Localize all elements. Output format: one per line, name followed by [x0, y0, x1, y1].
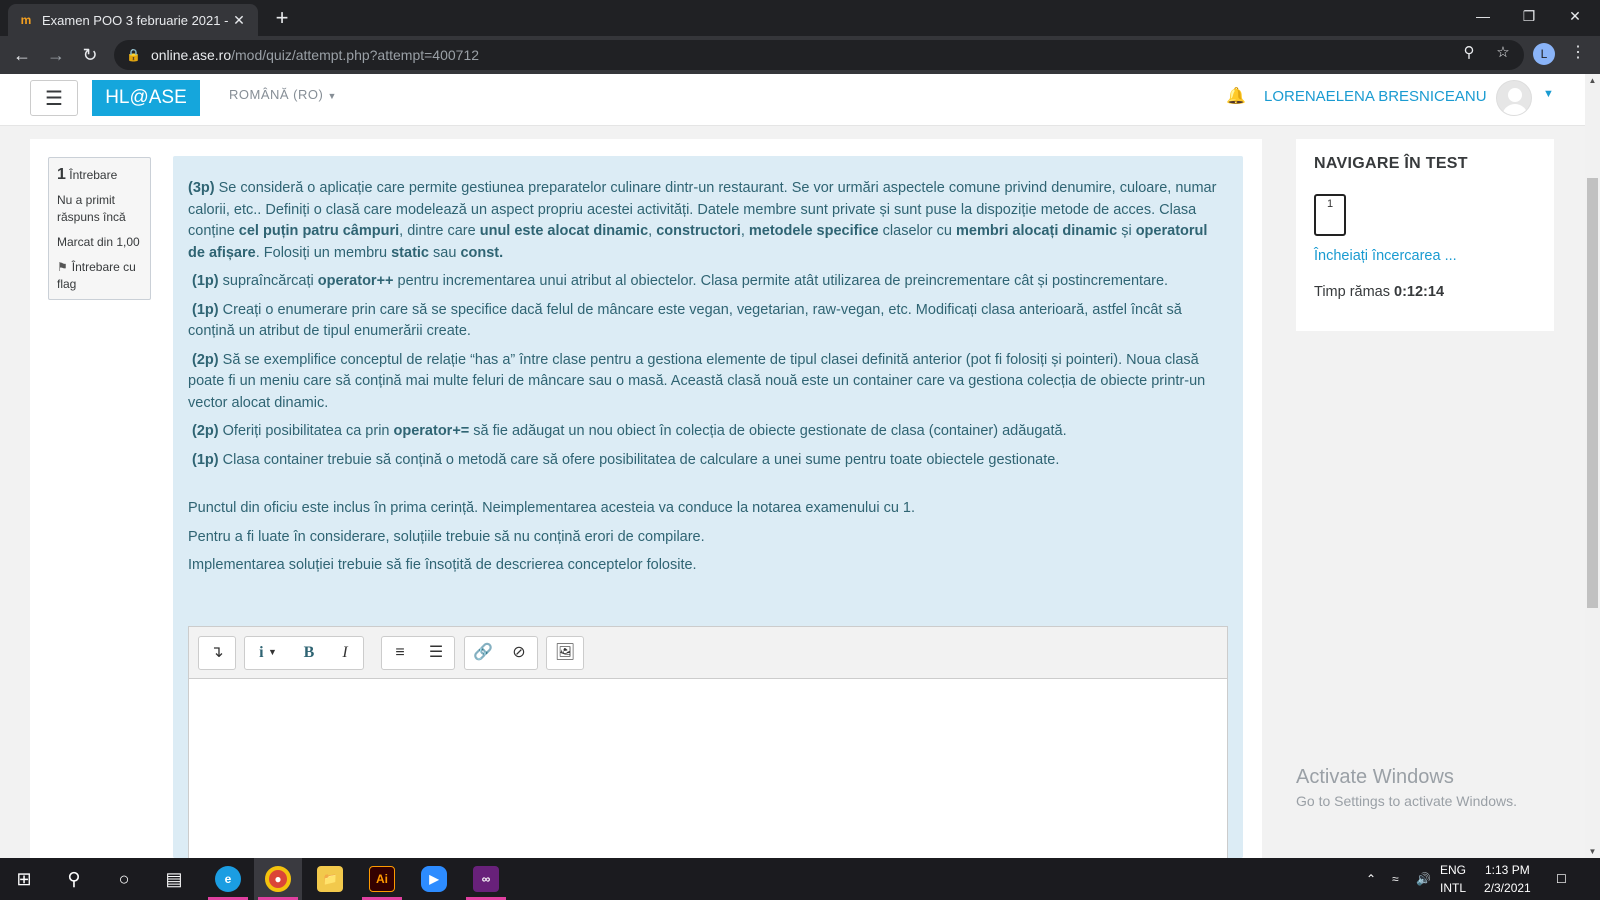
- language-label: ROMÂNĂ (RO): [229, 87, 324, 102]
- back-icon[interactable]: ←: [10, 43, 34, 67]
- requirement-6: (1p) Clasa container trebuie să conțină …: [192, 451, 1060, 468]
- task-view-icon[interactable]: ▤: [150, 858, 198, 900]
- profile-avatar[interactable]: L: [1533, 43, 1555, 65]
- network-icon[interactable]: ≈: [1392, 858, 1399, 900]
- note-2: Pentru a fi luate în considerare, soluți…: [188, 528, 705, 545]
- show-hidden-icons-icon[interactable]: ⌃: [1366, 858, 1376, 900]
- visual-studio-icon[interactable]: ∞: [462, 858, 510, 900]
- input-language[interactable]: ENG INTL: [1440, 858, 1466, 900]
- scrollbar-thumb[interactable]: [1587, 178, 1598, 608]
- tab-title: Examen POO 3 februarie 2021 - I: [42, 12, 230, 28]
- requirement-5: (2p) Oferiți posibilitatea ca prin opera…: [192, 423, 1067, 439]
- unlink-icon[interactable]: ⊘: [501, 637, 537, 669]
- hamburger-menu-icon[interactable]: ☰: [30, 80, 78, 116]
- link-icon[interactable]: 🔗: [465, 637, 501, 669]
- url-path: /mod/quiz/attempt.php?attempt=400712: [231, 47, 480, 63]
- question-text: (3p) Se consideră o aplicație care permi…: [173, 156, 1243, 858]
- info-icon[interactable]: i ▼: [245, 637, 291, 669]
- italic-icon[interactable]: I: [327, 637, 363, 669]
- key-icon[interactable]: ⚲: [1458, 43, 1480, 61]
- scroll-up-icon[interactable]: ▲: [1585, 76, 1600, 85]
- watermark-line-2: Go to Settings to activate Windows.: [1296, 793, 1517, 809]
- browser-tab[interactable]: m Examen POO 3 februarie 2021 - I ✕: [8, 4, 258, 36]
- requirement-1: (3p) Se consideră o aplicație care permi…: [188, 180, 1217, 261]
- unordered-list-icon[interactable]: ≡: [382, 637, 418, 669]
- requirement-3: (1p) Creați o enumerare prin care să se …: [188, 301, 1182, 340]
- clock[interactable]: 1:13 PM 2/3/2021: [1484, 858, 1531, 900]
- note-1: Punctul din oficiu este inclus în prima …: [188, 500, 916, 516]
- cortana-icon[interactable]: ○: [100, 858, 148, 900]
- toolbar-group-media: 🖼: [546, 636, 584, 670]
- lock-icon: 🔒: [126, 48, 141, 62]
- quiz-navigation-block: NAVIGARE ÎN TEST 1 Încheiați încercarea …: [1296, 139, 1554, 331]
- requirement-2: (1p) supraîncărcați operator++ pentru in…: [192, 273, 1169, 289]
- scroll-down-icon[interactable]: ▼: [1585, 847, 1600, 856]
- zoom-icon[interactable]: ▶: [410, 858, 458, 900]
- bold-icon[interactable]: B: [291, 637, 327, 669]
- chrome-icon[interactable]: ●: [254, 858, 302, 900]
- restore-icon[interactable]: ❐: [1506, 0, 1552, 32]
- notifications-icon[interactable]: ☐: [1556, 858, 1567, 900]
- watermark-line-1: Activate Windows: [1296, 766, 1454, 788]
- address-bar[interactable]: 🔒 online.ase.ro /mod/quiz/attempt.php?at…: [114, 40, 1524, 70]
- notification-bell-icon[interactable]: 🔔: [1226, 86, 1246, 106]
- windows-start-icon[interactable]: ⊞: [0, 858, 48, 900]
- question-marked: Marcat din 1,00: [57, 235, 140, 249]
- answer-text-area[interactable]: [189, 679, 1227, 858]
- note-3: Implementarea soluției trebuie să fie în…: [188, 557, 697, 573]
- quiz-navigation-heading: NAVIGARE ÎN TEST: [1314, 155, 1468, 172]
- collapse-icon[interactable]: ↴: [199, 637, 235, 669]
- volume-icon[interactable]: 🔊: [1416, 858, 1431, 900]
- flag-icon: ⚑: [57, 260, 68, 274]
- question-1-nav-button[interactable]: 1: [1314, 194, 1346, 236]
- time-left-value: 0:12:14: [1394, 284, 1445, 300]
- question-state: Nu a primit răspuns încă: [57, 193, 126, 224]
- requirement-4: (2p) Să se exemplifice conceptul de rela…: [188, 351, 1206, 411]
- flag-label: Întrebare cu flag: [57, 260, 136, 291]
- page-scrollbar[interactable]: ▲ ▼: [1585, 74, 1600, 858]
- moodle-favicon-icon: m: [20, 13, 32, 27]
- toolbar-group-links: 🔗 ⊘: [464, 636, 538, 670]
- reload-icon[interactable]: ↻: [78, 43, 102, 67]
- browser-menu-icon[interactable]: ⋮: [1570, 42, 1586, 62]
- user-name[interactable]: LORENAELENA BRESNICEANU: [1264, 88, 1487, 105]
- edge-icon[interactable]: e: [204, 858, 252, 900]
- toolbar-group-collapse: ↴: [198, 636, 236, 670]
- forward-icon[interactable]: →: [44, 43, 68, 67]
- flag-question[interactable]: ⚑ Întrebare cu flag: [57, 259, 142, 293]
- url-host: online.ase.ro: [150, 47, 232, 63]
- file-explorer-icon[interactable]: 📁: [306, 858, 354, 900]
- illustrator-icon[interactable]: Ai: [358, 858, 406, 900]
- toolbar-group-style: i ▼ B I: [244, 636, 364, 670]
- minimize-icon[interactable]: —: [1460, 0, 1506, 32]
- site-brand[interactable]: HL@ASE: [92, 80, 200, 116]
- close-tab-icon[interactable]: ✕: [230, 12, 248, 29]
- caret-down-icon: ▼: [327, 91, 337, 101]
- question-word: Întrebare: [69, 168, 118, 182]
- editor-toolbar: ↴ i ▼ B I ≡ ☰ 🔗 ⊘ 🖼: [189, 627, 1227, 679]
- ordered-list-icon[interactable]: ☰: [418, 637, 454, 669]
- user-menu-caret-icon[interactable]: ▼: [1543, 88, 1554, 100]
- search-icon[interactable]: ⚲: [50, 858, 98, 900]
- page-content: ☰ HL@ASE ROMÂNĂ (RO) ▼ 🔔 LORENAELENA BRE…: [0, 74, 1585, 858]
- question-info: 1 Întrebare Nu a primit răspuns încă Mar…: [48, 157, 151, 300]
- language-selector[interactable]: ROMÂNĂ (RO) ▼: [229, 87, 337, 102]
- browser-tab-bar: m Examen POO 3 februarie 2021 - I ✕ + — …: [0, 0, 1600, 36]
- browser-toolbar: ← → ↻ 🔒 online.ase.ro /mod/quiz/attempt.…: [0, 36, 1600, 74]
- question-number: 1: [57, 166, 66, 183]
- close-window-icon[interactable]: ✕: [1552, 0, 1598, 32]
- windows-taskbar: ⊞ ⚲ ○ ▤ e ● 📁 Ai ▶ ∞ ⌃ ≈ 🔊 ENG INTL 1:13…: [0, 858, 1600, 900]
- user-avatar[interactable]: [1496, 80, 1532, 116]
- time-left: Timp rămas 0:12:14: [1314, 284, 1444, 300]
- answer-editor: ↴ i ▼ B I ≡ ☰ 🔗 ⊘ 🖼: [188, 626, 1228, 858]
- finish-attempt-link[interactable]: Încheiați încercarea ...: [1314, 248, 1457, 264]
- toolbar-group-lists: ≡ ☰: [381, 636, 455, 670]
- time-left-label: Timp rămas: [1314, 284, 1395, 300]
- new-tab-button[interactable]: +: [270, 6, 294, 30]
- activate-windows-watermark: Activate Windows Go to Settings to activ…: [1296, 766, 1517, 809]
- question-region: 1 Întrebare Nu a primit răspuns încă Mar…: [30, 139, 1262, 858]
- image-icon[interactable]: 🖼: [547, 637, 583, 669]
- bookmark-star-icon[interactable]: ☆: [1492, 43, 1514, 61]
- site-navbar: ☰ HL@ASE ROMÂNĂ (RO) ▼ 🔔 LORENAELENA BRE…: [0, 74, 1585, 126]
